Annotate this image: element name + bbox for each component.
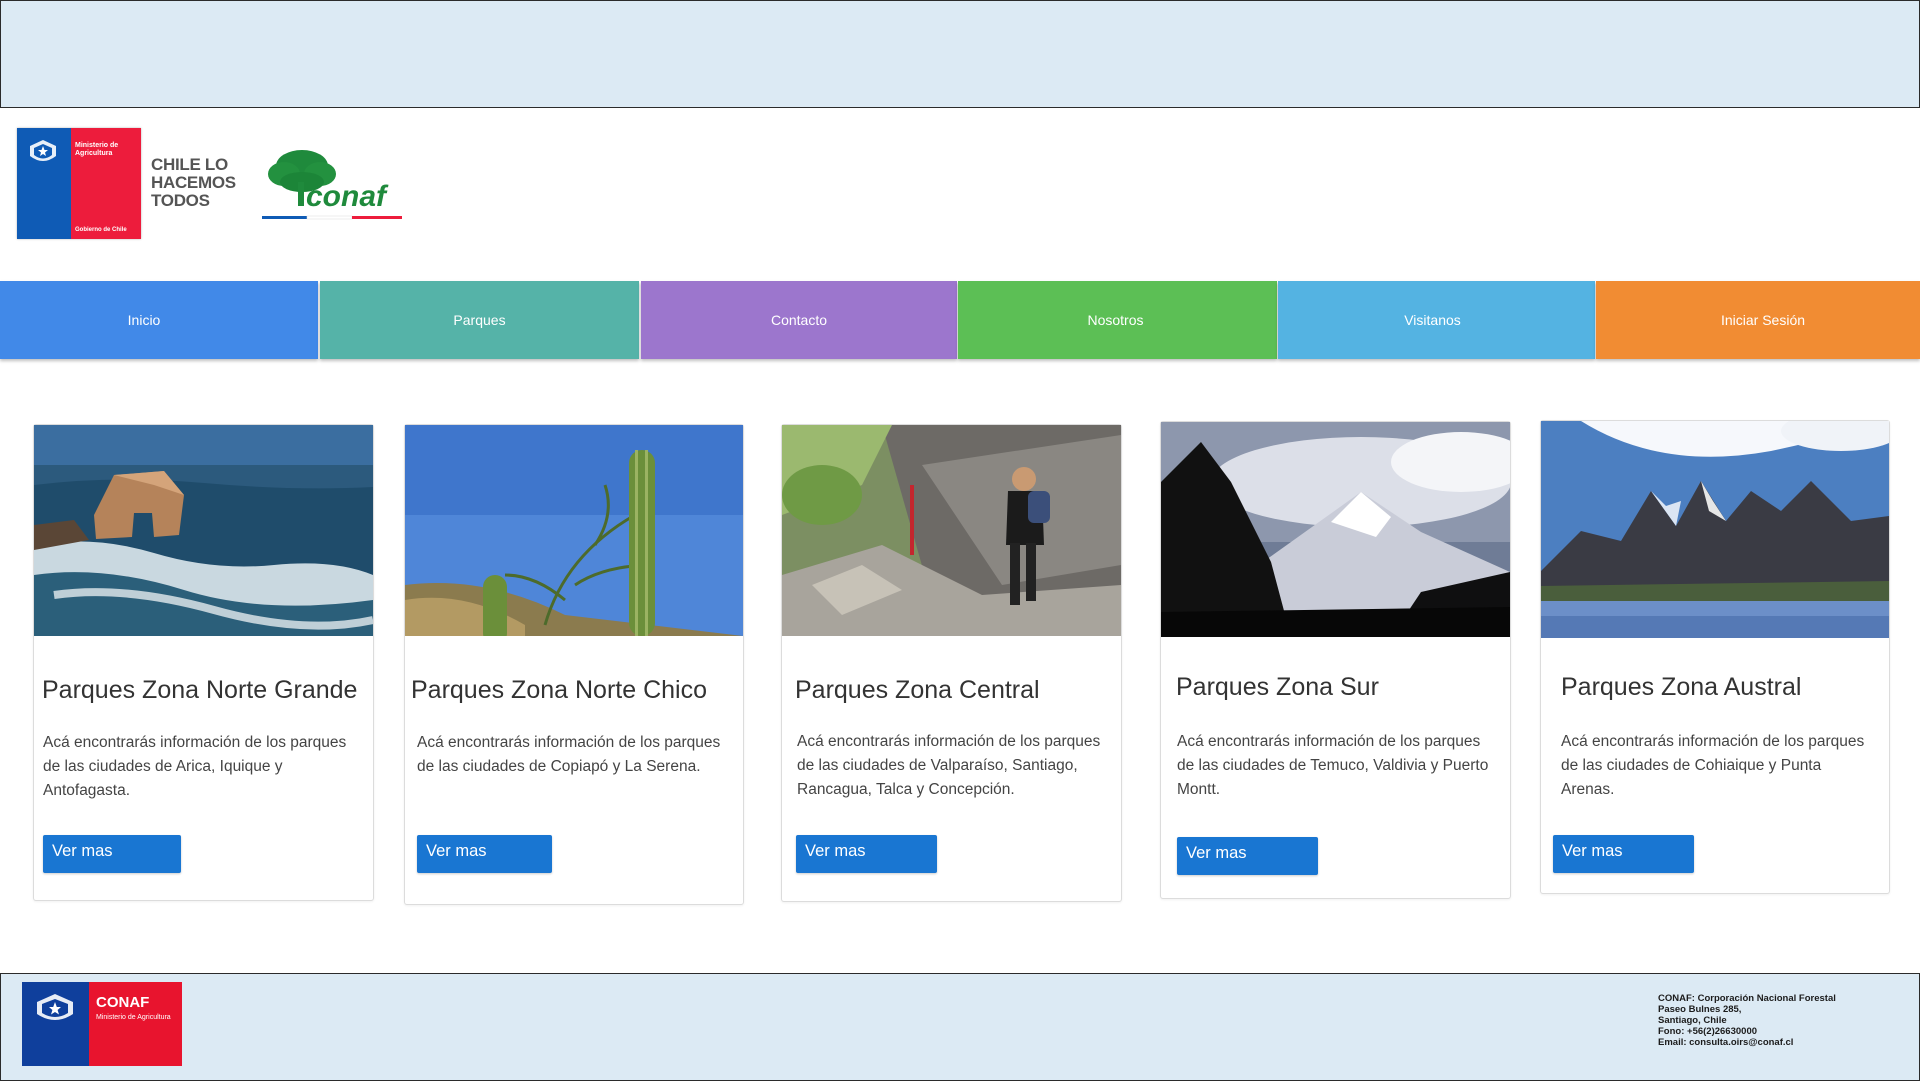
card-description: Acá encontrarás información de los parqu…	[1177, 733, 1489, 798]
footer-address: Paseo Bulnes 285,	[1658, 1004, 1742, 1015]
footer-city: Santiago, Chile	[1658, 1015, 1727, 1026]
park-card-central: Parques Zona Central Acá encontrarás inf…	[781, 424, 1122, 902]
park-card-norte-grande: Parques Zona Norte Grande Acá encontrará…	[33, 424, 374, 901]
card-description: Acá encontrarás información de los parqu…	[1561, 733, 1865, 798]
conaf-logo[interactable]: conaf	[262, 144, 402, 226]
ver-mas-button[interactable]: Ver mas	[43, 835, 181, 873]
gobierno-label: Gobierno de Chile	[75, 227, 127, 233]
park-card-austral: Parques Zona Austral Acá encontrarás inf…	[1540, 420, 1890, 894]
ver-mas-button[interactable]: Ver mas	[1177, 837, 1318, 875]
nav-parques-label: Parques	[453, 312, 506, 328]
footer-org-name: CONAF: Corporación Nacional Forestal	[1658, 993, 1836, 1004]
ver-mas-button[interactable]: Ver mas	[417, 835, 552, 873]
ver-mas-button[interactable]: Ver mas	[796, 835, 937, 873]
nav-contacto-label: Contacto	[770, 312, 828, 328]
card-description: Acá encontrarás información de los parqu…	[43, 734, 347, 799]
nav-iniciar-sesion[interactable]: Iniciar Sesión	[1596, 281, 1920, 359]
park-image-austral	[1541, 421, 1889, 638]
footer-logo-sub: Ministerio de Agricultura	[96, 1014, 171, 1021]
card-description: Acá encontrarás información de los parqu…	[417, 734, 721, 775]
nav-visitanos-label: Visitanos	[1404, 312, 1461, 328]
footer-conaf-logo[interactable]: CONAF Ministerio de Agricultura	[22, 982, 182, 1066]
card-title: Parques Zona Norte Chico	[411, 676, 707, 704]
gobierno-chile-logo[interactable]: Ministerio de Agricultura Gobierno de Ch…	[17, 128, 141, 239]
park-card-sur: Parques Zona Sur Acá encontrarás informa…	[1160, 421, 1511, 899]
park-card-norte-chico: Parques Zona Norte Chico Acá encontrarás…	[404, 424, 744, 905]
card-title: Parques Zona Sur	[1176, 673, 1379, 701]
footer-logo-name: CONAF	[96, 994, 150, 1011]
park-image-central	[782, 425, 1121, 636]
coat-of-arms-icon	[37, 994, 73, 1020]
park-image-norte-grande	[34, 425, 373, 636]
card-description: Acá encontrarás información de los parqu…	[797, 733, 1101, 798]
ministry-label: Ministerio de Agricultura	[75, 142, 119, 157]
ver-mas-button[interactable]: Ver mas	[1553, 835, 1694, 873]
footer-contact-info: CONAF: Corporación Nacional Forestal Pas…	[1658, 993, 1836, 1048]
nav-nosotros[interactable]: Nosotros	[958, 281, 1277, 359]
nav-nosotros-label: Nosotros	[1087, 312, 1144, 328]
park-image-sur	[1161, 422, 1510, 637]
nav-parques[interactable]: Parques	[320, 281, 639, 359]
card-title: Parques Zona Norte Grande	[42, 676, 358, 704]
nav-inicio[interactable]: Inicio	[0, 281, 318, 359]
footer-phone: Fono: +56(2)26630000	[1658, 1026, 1758, 1037]
card-title: Parques Zona Austral	[1561, 673, 1802, 701]
nav-iniciar-sesion-label: Iniciar Sesión	[1720, 312, 1806, 328]
footer-email[interactable]: Email: consulta.oirs@conaf.cl	[1658, 1037, 1836, 1048]
coat-of-arms-icon	[30, 140, 56, 161]
conaf-logo-text: conaf	[306, 180, 389, 213]
main-nav: Inicio Parques Contacto Nosotros Visitan…	[0, 281, 1920, 359]
footer: CONAF Ministerio de Agricultura CONAF: C…	[0, 973, 1920, 1081]
park-image-norte-chico	[405, 425, 743, 636]
nav-visitanos[interactable]: Visitanos	[1278, 281, 1595, 359]
card-title: Parques Zona Central	[795, 676, 1040, 704]
nav-inicio-label: Inicio	[127, 312, 161, 328]
header-logos: Ministerio de Agricultura Gobierno de Ch…	[17, 128, 617, 240]
nav-contacto[interactable]: Contacto	[641, 281, 957, 359]
top-banner	[0, 0, 1920, 108]
slogan: CHILE LO HACEMOS TODOS	[151, 155, 236, 210]
